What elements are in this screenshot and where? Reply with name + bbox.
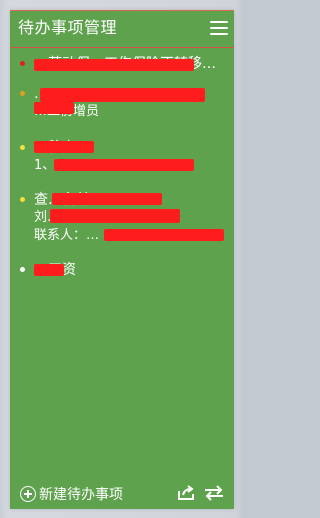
plus-circle-icon bbox=[20, 486, 36, 502]
footer: 新建待办事项 bbox=[10, 477, 234, 509]
list-item[interactable]: … …工伤增员 bbox=[20, 85, 230, 125]
redaction bbox=[104, 229, 224, 241]
add-todo-button[interactable]: 新建待办事项 bbox=[20, 484, 123, 504]
page-title: 待办事项管理 bbox=[18, 18, 118, 37]
status-dot bbox=[20, 267, 25, 272]
redaction bbox=[50, 209, 180, 223]
menu-icon[interactable] bbox=[210, 21, 228, 35]
share-icon[interactable] bbox=[177, 485, 195, 501]
redaction bbox=[34, 141, 94, 153]
status-dot bbox=[20, 61, 25, 66]
list-item[interactable]: 查…名单 刘…/308… 联系人：… bbox=[20, 191, 230, 247]
status-dot bbox=[20, 197, 25, 202]
swap-icon[interactable] bbox=[204, 485, 224, 501]
redaction bbox=[34, 264, 64, 276]
todo-panel: 待办事项管理 …劳动保…工伤保险不转移… … …工伤增员 …移交 1、… 查…名… bbox=[10, 10, 234, 509]
redaction bbox=[54, 159, 194, 171]
list-item[interactable]: …工资 bbox=[20, 261, 230, 281]
redaction bbox=[40, 88, 205, 102]
header: 待办事项管理 bbox=[10, 11, 234, 48]
status-dot bbox=[20, 145, 25, 150]
list-item[interactable]: …移交 1、… bbox=[20, 139, 230, 179]
redaction bbox=[52, 193, 162, 205]
add-todo-label: 新建待办事项 bbox=[39, 487, 123, 503]
redaction bbox=[34, 59, 194, 71]
redaction bbox=[34, 102, 74, 114]
status-dot bbox=[20, 91, 25, 96]
list-item[interactable]: …劳动保…工伤保险不转移… bbox=[20, 55, 230, 79]
